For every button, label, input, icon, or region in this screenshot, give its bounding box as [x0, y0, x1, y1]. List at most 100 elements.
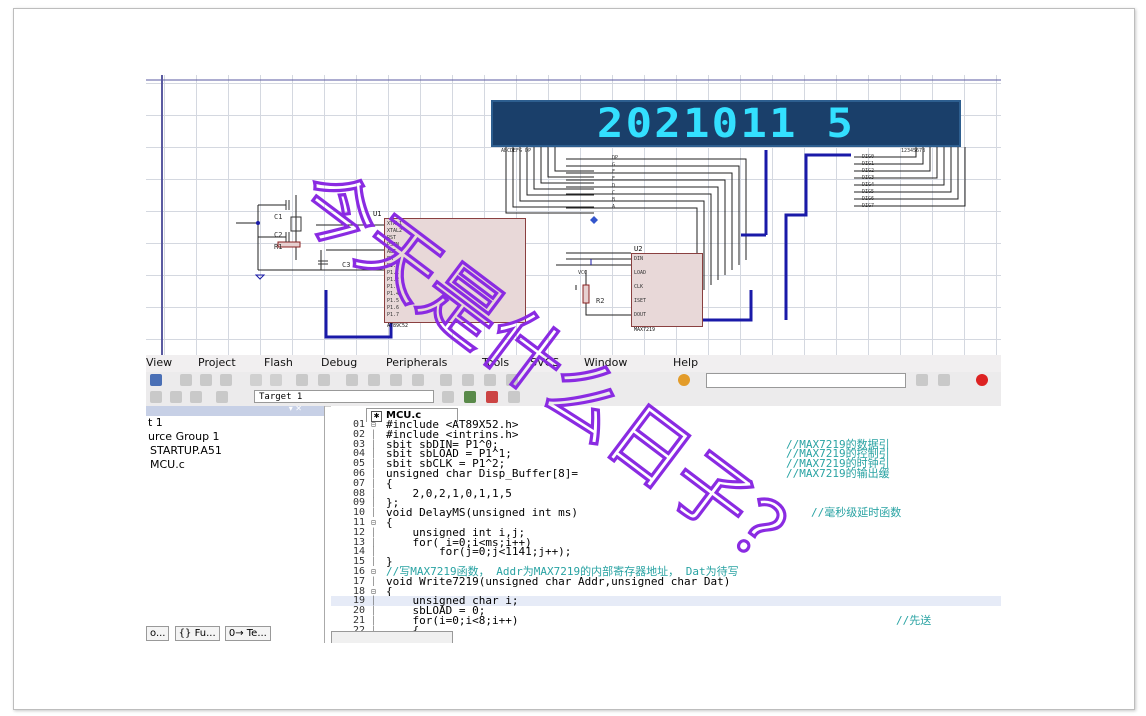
target-dropdown-icon[interactable]: [442, 391, 454, 403]
fold-marker[interactable]: ⊟: [371, 518, 380, 528]
paste-icon[interactable]: [220, 374, 232, 386]
fold-marker[interactable]: │: [371, 449, 380, 459]
project-items-icon[interactable]: [508, 391, 520, 403]
c1-label: C1: [274, 213, 283, 221]
tab-project[interactable]: o...: [146, 626, 170, 641]
code-line[interactable]: 21 │ for(i=0;i<8;i++)//先送: [331, 615, 1001, 626]
segment-label: DP: [612, 155, 619, 161]
code-line[interactable]: 17 │ void Write7219(unsigned char Addr,uns…: [331, 574, 1001, 588]
fold-marker[interactable]: │: [371, 498, 380, 508]
tab-functions[interactable]: {} Fu...: [174, 626, 220, 641]
u1-pin: XTAL1: [387, 221, 403, 227]
fold-marker[interactable]: ⊟: [371, 587, 380, 597]
project-pane-header: ▾ ✕: [146, 404, 324, 416]
fold-marker[interactable]: │: [371, 538, 380, 548]
unindent-icon[interactable]: [462, 374, 474, 386]
fold-marker[interactable]: ⊟: [371, 420, 380, 430]
digit-label: DIG4: [862, 182, 875, 188]
fold-marker[interactable]: ⊟: [371, 567, 380, 577]
fold-marker[interactable]: │: [371, 489, 380, 499]
menu-help[interactable]: Help: [673, 356, 698, 369]
menu-project[interactable]: Project: [198, 356, 236, 369]
fold-marker[interactable]: │: [371, 528, 380, 538]
find-icon[interactable]: [678, 374, 690, 386]
code-lines: 01 ⊟ #include <AT89X52.h> 02 │ #include <intr…: [331, 419, 1001, 636]
tree-startup-file[interactable]: STARTUP.A51: [148, 444, 222, 458]
fold-marker[interactable]: │: [371, 508, 380, 518]
tree-mcu-file[interactable]: MCU.c: [148, 458, 222, 472]
translate-icon[interactable]: [150, 391, 162, 403]
fold-marker[interactable]: │: [371, 440, 380, 450]
u1-pin: PSEN: [387, 242, 400, 248]
code-text: void DelayMS(unsigned int ms): [386, 506, 579, 520]
tab-templates[interactable]: 0→ Te...: [224, 626, 271, 641]
menu-svcs[interactable]: SVCS: [530, 356, 559, 369]
bookmark-icon[interactable]: [346, 374, 358, 386]
redo-icon[interactable]: [270, 374, 282, 386]
code-comment: //毫秒级延时函数: [811, 506, 902, 520]
bookmark-prev-icon[interactable]: [368, 374, 380, 386]
load-icon[interactable]: [216, 391, 228, 403]
copy-icon[interactable]: [200, 374, 212, 386]
menu-window[interactable]: Window: [584, 356, 627, 369]
code-line[interactable]: 14 │ for(j=0;j<1141;j++);: [331, 546, 1001, 557]
code-text: unsigned char Disp_Buffer[8]=: [386, 466, 579, 480]
incremental-find-icon[interactable]: [938, 374, 950, 386]
search-icon[interactable]: [916, 374, 928, 386]
menu-tools[interactable]: Tools: [482, 356, 509, 369]
fold-marker[interactable]: │: [371, 596, 380, 606]
project-pane-tabs: o... {} Fu... 0→ Te...: [146, 626, 273, 641]
build-icon[interactable]: [170, 391, 182, 403]
digit-label: DIG2: [862, 168, 875, 174]
menu-debug[interactable]: Debug: [321, 356, 357, 369]
menu-flash[interactable]: Flash: [264, 356, 293, 369]
cut-icon[interactable]: [180, 374, 192, 386]
fold-marker[interactable]: │: [371, 479, 380, 489]
tree-source-group[interactable]: urce Group 1: [148, 430, 222, 444]
comment-icon[interactable]: [484, 374, 496, 386]
indent-icon[interactable]: [440, 374, 452, 386]
code-line[interactable]: 10 │ void DelayMS(unsigned int ms)//毫秒级延时函…: [331, 506, 1001, 520]
fold-marker[interactable]: │: [371, 547, 380, 557]
u1-pin: P1.5: [387, 298, 400, 304]
code-line[interactable]: 08 │ 2,0,2,1,0,1,1,5: [331, 488, 1001, 499]
bookmark-next-icon[interactable]: [390, 374, 402, 386]
fold-marker[interactable]: │: [371, 557, 380, 567]
menu-view[interactable]: View: [146, 356, 172, 369]
code-text: void Write7219(unsigned char Addr,unsign…: [386, 574, 731, 588]
menu-peripherals[interactable]: Peripherals: [386, 356, 447, 369]
undo-icon[interactable]: [250, 374, 262, 386]
display-digits: 2021011 5: [596, 100, 856, 147]
manage-components-icon[interactable]: [486, 391, 498, 403]
bookmark-clear-icon[interactable]: [412, 374, 424, 386]
find-combo[interactable]: [706, 373, 906, 388]
digit-label: DIG5: [862, 189, 875, 195]
digit-label: DIG7: [862, 203, 875, 209]
project-pane: ▾ ✕ t 1 urce Group 1 STARTUP.A51 MCU.c o…: [146, 404, 325, 643]
u1-chip: U1 AT89C52 XTAL1 XTAL2 RST PSEN ALE EA P1.0 P1.…: [373, 210, 526, 329]
fold-marker[interactable]: │: [371, 469, 380, 479]
debug-icon[interactable]: [976, 374, 988, 386]
tree-target[interactable]: t 1: [148, 416, 222, 430]
code-line[interactable]: 06 │ unsigned char Disp_Buffer[8]=//MAX721…: [331, 466, 1001, 480]
rebuild-icon[interactable]: [190, 391, 202, 403]
digit-label: DIG6: [862, 196, 875, 202]
target-select[interactable]: Target 1: [254, 390, 434, 403]
fold-marker[interactable]: │: [371, 606, 380, 616]
fold-marker[interactable]: │: [371, 430, 380, 440]
digit-label: DIG1: [862, 161, 875, 167]
seven-segment-display: 2021011 5: [491, 100, 961, 147]
pane-pin-icon[interactable]: ▾ ✕: [289, 404, 302, 413]
uncomment-icon[interactable]: [506, 374, 518, 386]
fold-marker[interactable]: │: [371, 459, 380, 469]
code-editor[interactable]: ✱ MCU.c 01 ⊟ #include <AT89X52.h> 02 │ #includ…: [331, 406, 1001, 643]
horizontal-scrollbar[interactable]: [331, 631, 453, 643]
back-icon[interactable]: [296, 374, 308, 386]
save-icon[interactable]: [150, 374, 162, 386]
options-icon[interactable]: [464, 391, 476, 403]
fold-marker[interactable]: │: [371, 616, 380, 626]
u1-pin: P1.3: [387, 284, 400, 290]
forward-icon[interactable]: [318, 374, 330, 386]
fold-marker[interactable]: │: [371, 577, 380, 587]
u1-label: U1: [373, 210, 382, 218]
